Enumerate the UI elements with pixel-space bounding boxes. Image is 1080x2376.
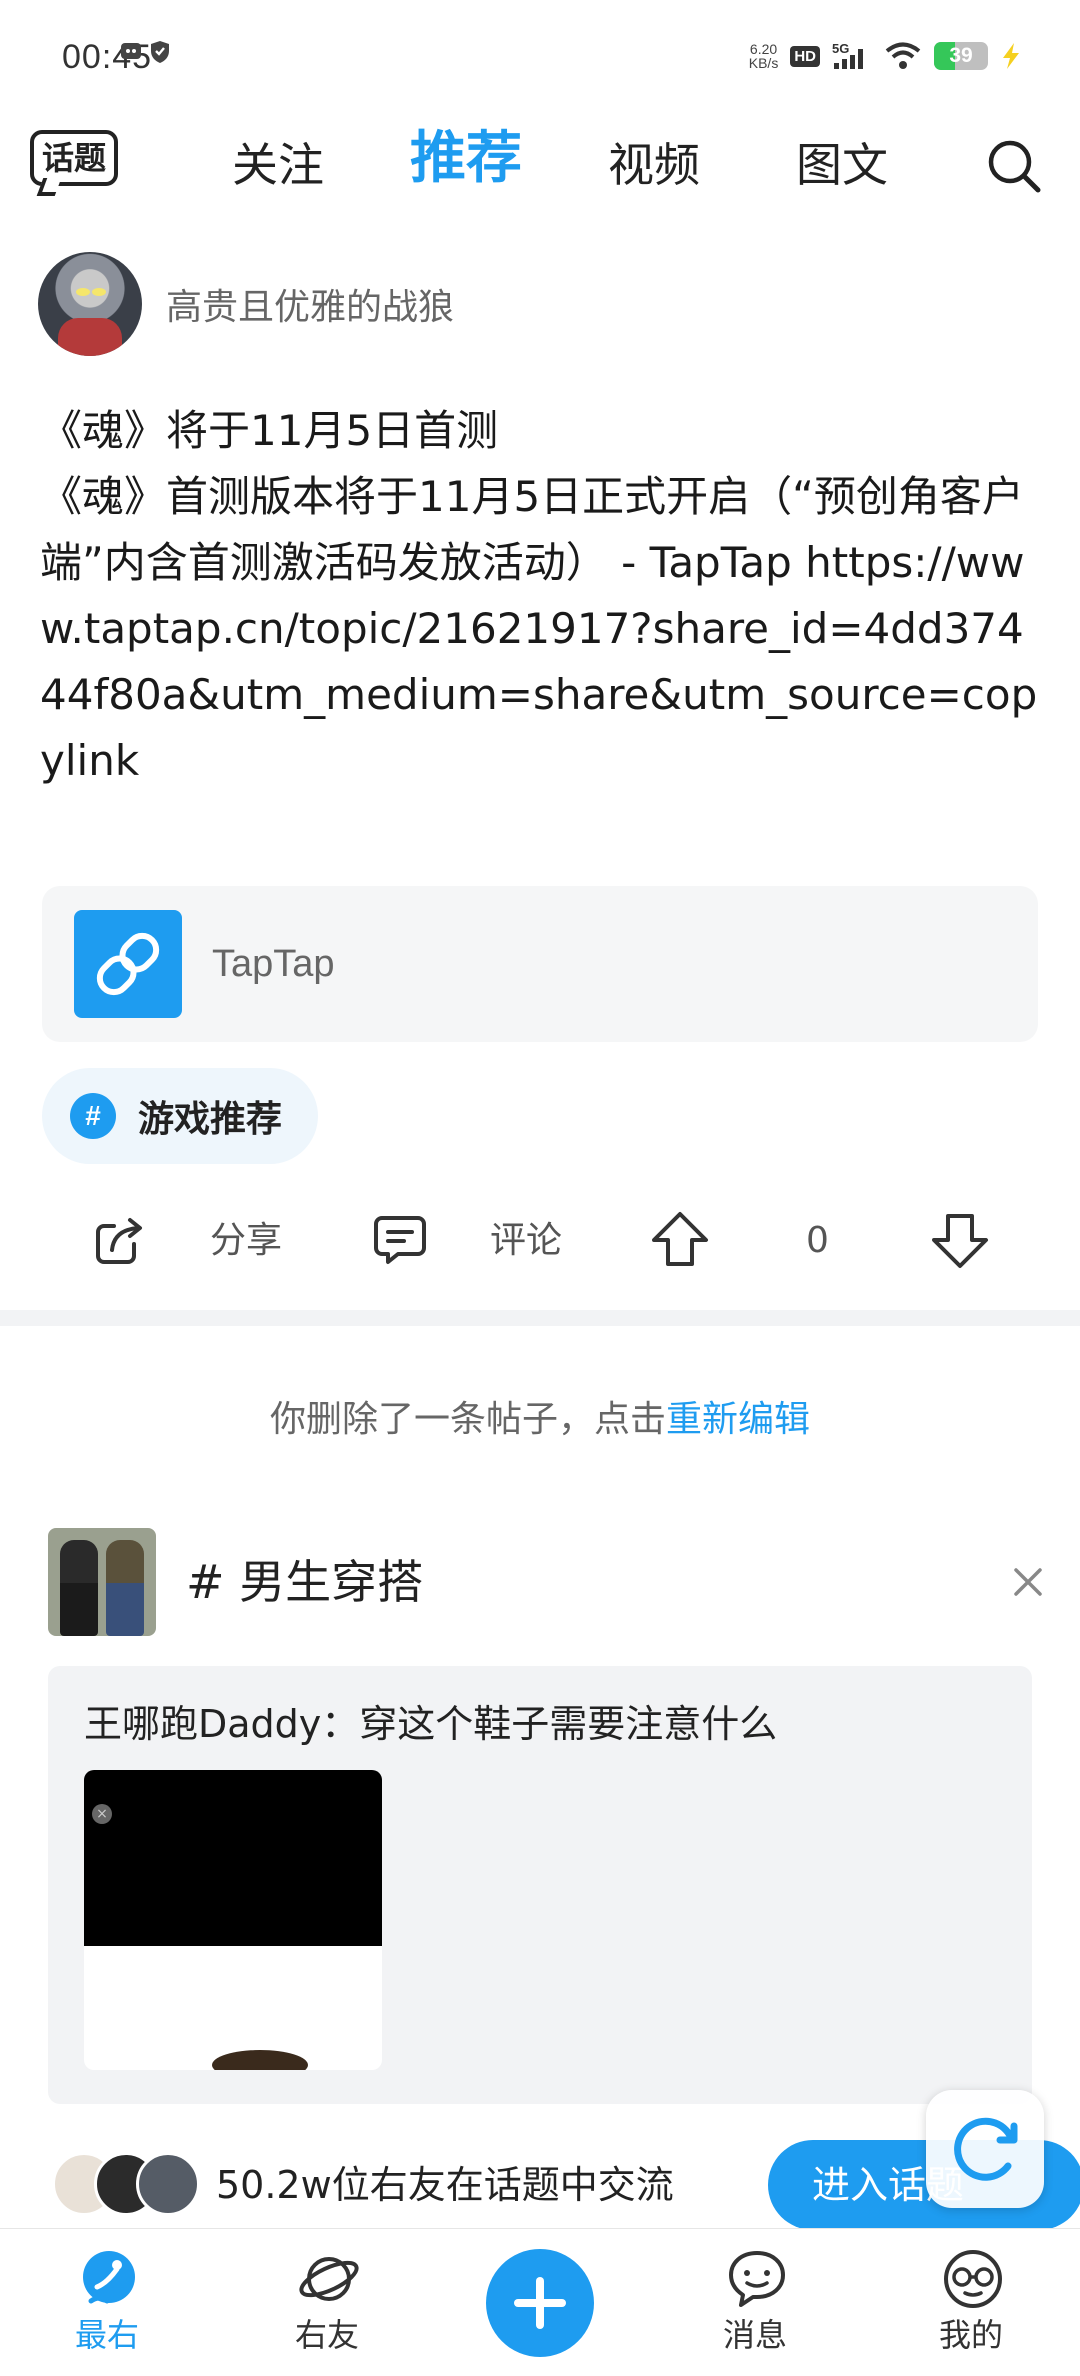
shield-icon <box>151 41 169 63</box>
re-edit-link[interactable]: 重新编辑 <box>666 1399 810 1440</box>
topic-thumbnail-person-2 <box>106 1540 144 1636</box>
topic-button[interactable]: 话题 <box>30 130 122 196</box>
topic-button-label: 话题 <box>41 139 106 177</box>
bottom-nav: 最右 右友 消息 我的 <box>0 2228 1080 2376</box>
app-notification-icon <box>121 43 141 59</box>
nav-profile[interactable]: 我的 <box>906 2229 1036 2376</box>
topic-thumbnail-person-1 <box>60 1540 98 1636</box>
media-close-icon[interactable]: × <box>92 1804 112 1824</box>
downvote-icon[interactable] <box>928 1210 992 1270</box>
add-post-button[interactable] <box>486 2249 594 2357</box>
battery-level: 39 <box>949 44 973 67</box>
section-divider <box>0 1310 1080 1326</box>
close-icon[interactable] <box>1008 1562 1048 1602</box>
refresh-button[interactable] <box>926 2090 1044 2208</box>
avatar-eye-left <box>76 288 90 296</box>
topic-header[interactable]: # 男生穿搭 <box>48 1528 1048 1636</box>
top-nav: 话题 关注 推荐 视频 图文 <box>0 110 1080 220</box>
community-count-text: 50.2w位右友在话题中交流 <box>216 2163 674 2207</box>
topic-tag[interactable]: # 游戏推荐 <box>42 1068 319 1164</box>
vote-count: 0 <box>806 1220 829 1261</box>
avatar-eye-right <box>92 288 106 296</box>
nav-messages-label: 消息 <box>722 2316 787 2354</box>
avatar-body <box>58 318 122 356</box>
post-actions: 分享 评论 0 <box>0 1196 1080 1286</box>
signal-label: 5G <box>832 41 849 56</box>
deleted-note-text: 你删除了一条帖子，点击 <box>269 1399 666 1440</box>
battery-indicator: 39 <box>934 42 988 70</box>
link-card-label: TapTap <box>212 943 335 985</box>
hash-icon: # <box>70 1093 116 1139</box>
refresh-icon <box>954 2117 1018 2181</box>
tab-follow[interactable]: 关注 <box>232 130 324 200</box>
topic-post-text[interactable]: 王哪跑Daddy：穿这个鞋子需要注意什么 <box>84 1696 777 1752</box>
post-media-thumbnail[interactable]: × <box>84 1770 382 2070</box>
share-icon[interactable] <box>90 1210 150 1270</box>
link-glyph <box>96 932 160 996</box>
net-speed-unit: KB/s <box>748 55 779 71</box>
nav-home-label: 最右 <box>74 2316 139 2354</box>
nav-messages[interactable]: 消息 <box>690 2229 820 2376</box>
deleted-post-note: 你删除了一条帖子，点击重新编辑 <box>0 1390 1080 1450</box>
author-name[interactable]: 高贵且优雅的战狼 <box>166 278 454 330</box>
post-author[interactable]: 高贵且优雅的战狼 <box>38 252 454 356</box>
upvote-icon[interactable] <box>648 1210 712 1270</box>
profile-icon <box>944 2250 1002 2308</box>
message-icon <box>729 2251 785 2307</box>
topic-tag-label: 游戏推荐 <box>138 1099 283 1140</box>
add-icon <box>514 2277 566 2329</box>
avatar[interactable] <box>38 252 142 356</box>
member-avatar <box>136 2152 200 2216</box>
nav-profile-label: 我的 <box>938 2316 1003 2354</box>
planet-icon <box>299 2257 359 2301</box>
nav-friends-label: 右友 <box>294 2316 359 2354</box>
nav-friends[interactable]: 右友 <box>262 2229 392 2376</box>
nav-home[interactable]: 最右 <box>42 2229 172 2376</box>
net-speed: 6.20 KB/s <box>749 42 779 70</box>
tab-image-text[interactable]: 图文 <box>796 130 888 200</box>
wifi-icon <box>885 42 921 69</box>
topic-post-card[interactable]: 王哪跑Daddy：穿这个鞋子需要注意什么 × <box>48 1666 1032 2104</box>
charging-icon <box>1003 43 1019 69</box>
share-label[interactable]: 分享 <box>210 1196 282 1286</box>
tab-video[interactable]: 视频 <box>608 130 700 200</box>
status-bar: 00:45 6.20 KB/s HD 5G 39 <box>0 0 1080 110</box>
topic-thumbnail[interactable] <box>48 1528 156 1636</box>
topic-title[interactable]: # 男生穿搭 <box>186 1528 423 1636</box>
media-black-area <box>84 1770 382 1946</box>
hd-badge: HD <box>790 45 820 67</box>
net-speed-value: 6.20 <box>749 41 778 57</box>
community-row: 50.2w位右友在话题中交流 进入话题 <box>52 2140 1080 2230</box>
cellular-signal-icon: 5G <box>832 41 863 69</box>
home-icon <box>83 2251 135 2304</box>
link-icon <box>74 910 182 1018</box>
tab-recommend[interactable]: 推荐 <box>410 124 522 194</box>
shoe-image <box>212 2050 308 2070</box>
status-right: 6.20 KB/s HD 5G 39 <box>749 36 1022 76</box>
post-text[interactable]: 《魂》将于11月5日首测 《魂》首测版本将于11月5日正式开启（“预创角客户端”… <box>40 398 1050 794</box>
link-card[interactable]: TapTap <box>42 886 1038 1042</box>
search-icon[interactable] <box>984 136 1044 196</box>
comment-label[interactable]: 评论 <box>490 1196 562 1286</box>
comment-icon[interactable] <box>370 1210 430 1270</box>
